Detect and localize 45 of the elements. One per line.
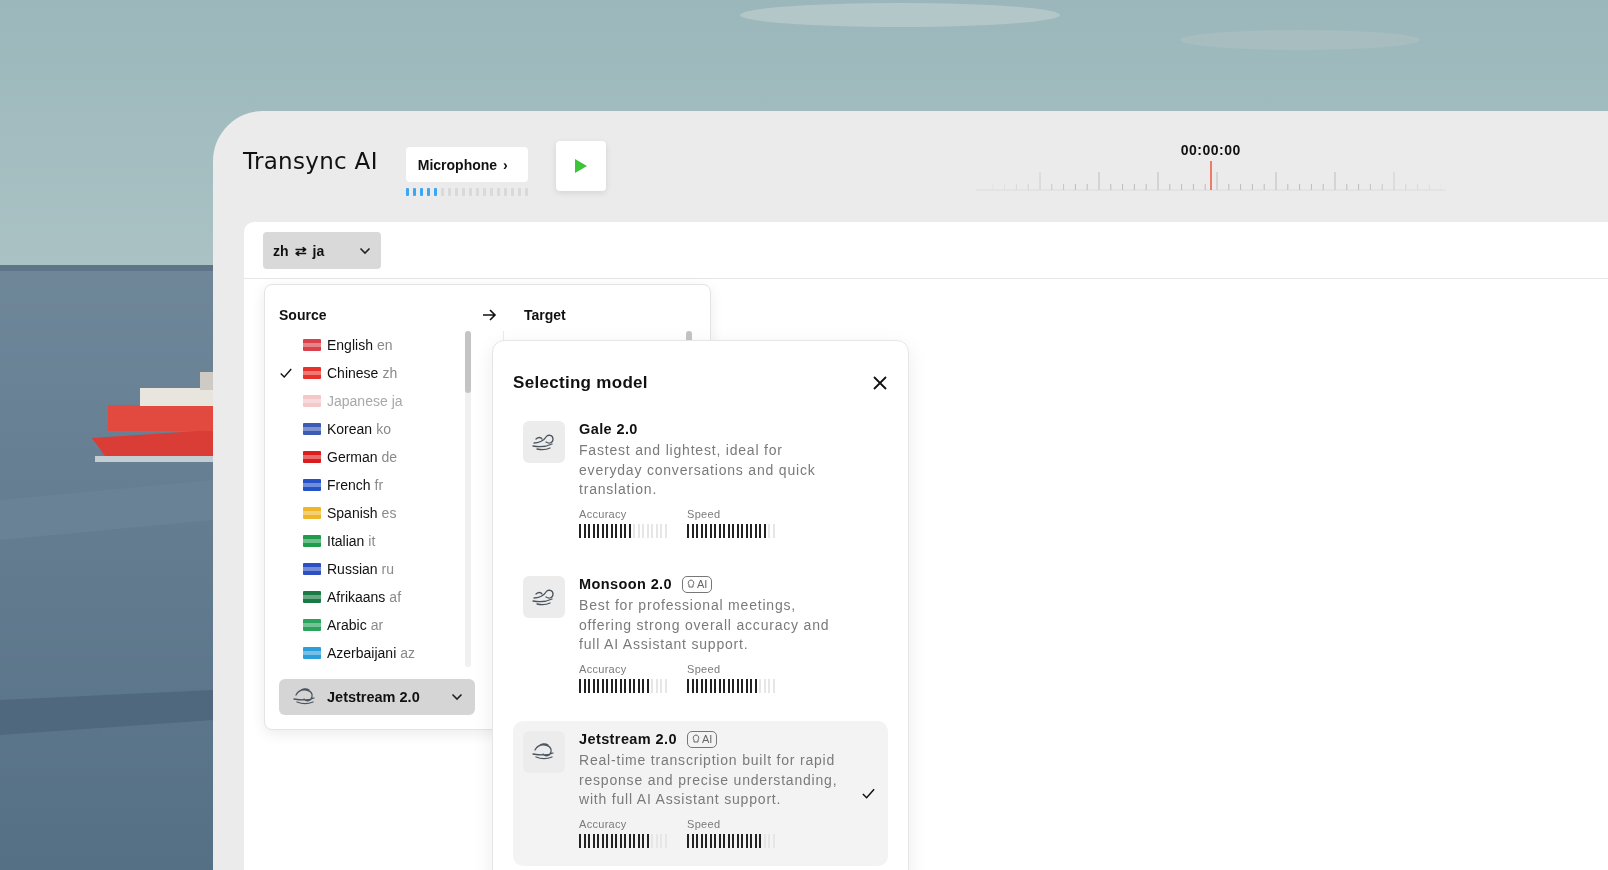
- play-button[interactable]: [555, 140, 606, 191]
- stat-label: Accuracy: [579, 507, 628, 520]
- scrollbar[interactable]: [465, 331, 471, 667]
- chevron-down-icon: [451, 693, 463, 701]
- model-card[interactable]: Jetstream 2.0 AI Real-time transcription built for rapid response and precise understanding, with full AI Assistant support. Accuracy Speed: [513, 721, 888, 866]
- language-option[interactable]: Russian ru: [279, 555, 465, 583]
- language-option[interactable]: Italian it: [279, 527, 465, 555]
- chevron-down-icon: [359, 246, 371, 255]
- timer: 00:00:00: [1180, 141, 1241, 158]
- language-option[interactable]: Azerbaijani az: [279, 639, 465, 667]
- model-description: Fastest and lightest, ideal for everyday conversations and quick translation.: [579, 441, 817, 499]
- microphone-button[interactable]: Microphone ›: [405, 147, 528, 182]
- language-pair-button[interactable]: zh ⇄ ja: [263, 232, 381, 269]
- model-name: Monsoon 2.0: [579, 576, 672, 592]
- model-select-button[interactable]: Jetstream 2.0: [279, 679, 475, 715]
- model-description: Real-time transcription built for rapid response and precise understanding, with full AI Assistant support.: [579, 751, 839, 809]
- language-option[interactable]: English en: [279, 331, 465, 359]
- model-card[interactable]: Gale 2.0 Fastest and lightest, ideal for everyday conversations and quick translation. Accuracy Speed: [513, 411, 888, 556]
- check-icon: [860, 786, 876, 801]
- language-option[interactable]: Arabic ar: [279, 611, 465, 639]
- play-icon: [574, 158, 587, 173]
- target-heading: Target: [523, 306, 567, 325]
- stat-label: Speed: [687, 507, 722, 520]
- stat-label: Accuracy: [579, 817, 628, 830]
- app-title: Transync AI: [243, 147, 378, 174]
- model-description: Best for professional meetings, offering strong overall accuracy and full AI Assistant support.: [579, 596, 831, 654]
- ai-badge: AI: [686, 730, 718, 748]
- language-option[interactable]: French fr: [279, 471, 465, 499]
- stat-label: Accuracy: [579, 662, 628, 675]
- dialog-title: Selecting model: [513, 373, 648, 393]
- stat-label: Speed: [687, 817, 722, 830]
- stat-label: Speed: [687, 662, 722, 675]
- model-name: Gale 2.0: [579, 421, 638, 437]
- ai-badge: AI: [682, 575, 713, 593]
- language-option[interactable]: Korean ko: [279, 415, 465, 443]
- source-heading: Source: [279, 306, 328, 325]
- model-name: Jetstream 2.0: [579, 731, 677, 747]
- language-option[interactable]: Afrikaans af: [279, 583, 465, 611]
- arrow-right-icon: [481, 309, 497, 321]
- check-icon: [279, 366, 293, 380]
- close-icon: [872, 375, 888, 391]
- model-card[interactable]: Monsoon 2.0 AI Best for professional meetings, offering strong overall accuracy and full AI Assistant support. Accuracy Speed: [513, 566, 888, 711]
- language-option[interactable]: Chinese zh: [279, 359, 465, 387]
- language-option[interactable]: German de: [279, 443, 465, 471]
- language-option[interactable]: Spanish es: [279, 499, 465, 527]
